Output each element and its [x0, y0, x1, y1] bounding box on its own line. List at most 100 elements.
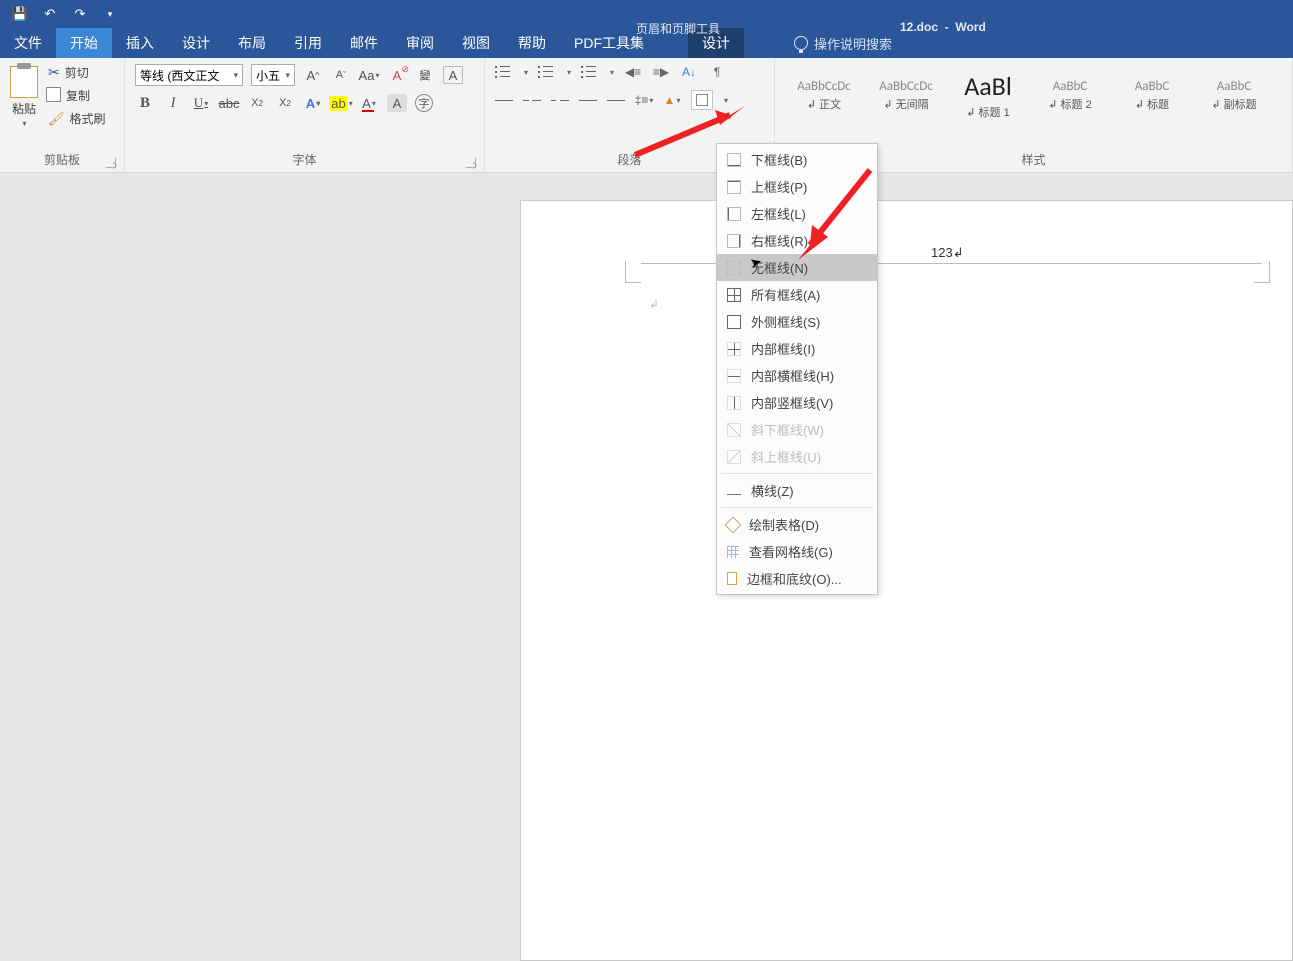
style-item[interactable]: AaBbC↲ 副标题 — [1195, 64, 1273, 126]
font-size-combo[interactable]: 小五▾ — [251, 64, 295, 86]
chevron-down-icon[interactable]: ▾ — [610, 68, 614, 77]
line-spacing-button[interactable]: ‡≡▾ — [635, 92, 653, 108]
borders-button[interactable] — [691, 90, 713, 110]
header-page-number[interactable]: 123↲ — [931, 245, 964, 261]
enclose-char-button[interactable]: 字 — [415, 94, 433, 112]
chevron-down-icon[interactable]: ▾ — [524, 68, 528, 77]
strikethrough-button[interactable]: abc — [219, 94, 239, 112]
tab-home[interactable]: 开始 — [56, 28, 112, 58]
style-item[interactable]: AaBbCcDc↲ 无间隔 — [867, 64, 945, 126]
bord-in-icon — [727, 342, 741, 356]
align-center-button[interactable] — [523, 92, 541, 108]
dialog-launcher-icon[interactable] — [106, 158, 116, 168]
tab-design[interactable]: 设计 — [168, 28, 224, 58]
format-painter-button[interactable]: 🖌格式刷 — [48, 110, 106, 127]
subscript-button[interactable]: X2 — [247, 94, 267, 112]
font-color-button[interactable]: A▾ — [359, 94, 379, 112]
show-marks-button[interactable]: ¶ — [708, 64, 726, 80]
style-item[interactable]: AaBl↲ 标题 1 — [949, 64, 1027, 126]
increase-indent-button[interactable]: ≡▶ — [652, 64, 670, 80]
border-menu-item-no-border[interactable]: 无框线(N) — [717, 254, 877, 281]
border-menu-item[interactable]: 右框线(R) — [717, 227, 877, 254]
border-menu-item[interactable]: 内部竖框线(V) — [717, 389, 877, 416]
group-font: 等线 (西文正文▾ 小五▾ A^ Aˇ Aa▾ A⊘ 變 A B I U▾ ab… — [125, 58, 485, 172]
tab-insert[interactable]: 插入 — [112, 28, 168, 58]
italic-button[interactable]: I — [163, 94, 183, 112]
border-menu-item[interactable]: 查看网格线(G) — [717, 538, 877, 565]
undo-icon[interactable]: ↶ — [42, 6, 58, 22]
border-menu-item[interactable]: 所有框线(A) — [717, 281, 877, 308]
highlight-button[interactable]: ab▾ — [331, 94, 351, 112]
tab-file[interactable]: 文件 — [0, 28, 56, 58]
bord-top-icon — [727, 180, 741, 194]
phonetic-guide-button[interactable]: 變 — [415, 66, 435, 84]
lightbulb-icon — [794, 36, 808, 50]
border-menu-item[interactable]: 边框和底纹(O)... — [717, 565, 877, 592]
qat-customize-icon[interactable]: ▾ — [102, 6, 118, 22]
save-icon[interactable]: 💾 — [12, 6, 28, 22]
tab-layout[interactable]: 布局 — [224, 28, 280, 58]
border-menu-item[interactable]: 内部横框线(H) — [717, 362, 877, 389]
bullets-button[interactable] — [495, 64, 513, 80]
document-page[interactable]: 123↲ ↲ — [520, 200, 1293, 961]
font-name-combo[interactable]: 等线 (西文正文▾ — [135, 64, 243, 86]
shading-button[interactable]: ▲▾ — [663, 92, 681, 108]
style-name: ↲ 正文 — [807, 96, 841, 112]
border-menu-item[interactable]: 绘制表格(D) — [717, 511, 877, 538]
change-case-button[interactable]: Aa▾ — [359, 66, 379, 84]
bord-bottom-icon — [727, 153, 741, 167]
border-menu-label: 左框线(L) — [751, 204, 806, 223]
tell-me-search[interactable]: 操作说明搜索 — [794, 28, 892, 58]
border-menu-label: 内部横框线(H) — [751, 366, 834, 385]
decrease-indent-button[interactable]: ◀≡ — [624, 64, 642, 80]
tab-review[interactable]: 审阅 — [392, 28, 448, 58]
shrink-font-button[interactable]: Aˇ — [331, 66, 351, 84]
tab-view[interactable]: 视图 — [448, 28, 504, 58]
justify-button[interactable] — [579, 92, 597, 108]
tab-mail[interactable]: 邮件 — [336, 28, 392, 58]
title-bar: 💾 ↶ ↷ ▾ 页眉和页脚工具 12.doc - Word — [0, 0, 1293, 28]
align-left-button[interactable] — [495, 92, 513, 108]
sort-button[interactable]: A↓ — [680, 64, 698, 80]
border-menu-label: 右框线(R) — [751, 231, 808, 250]
font-size-value: 小五 — [256, 67, 280, 84]
copy-button[interactable]: 复制 — [48, 87, 106, 104]
style-name: ↲ 标题 1 — [966, 104, 1009, 120]
numbering-button[interactable] — [538, 64, 556, 80]
multilevel-list-button[interactable] — [581, 64, 599, 80]
style-item[interactable]: AaBbCcDc↲ 正文 — [785, 64, 863, 126]
border-menu-item[interactable]: 横线(Z) — [717, 477, 877, 504]
border-menu-item[interactable]: 斜下框线(W) — [717, 416, 877, 443]
borders-dropdown-arrow[interactable]: ▾ — [724, 96, 728, 105]
border-menu-item[interactable]: 斜上框线(U) — [717, 443, 877, 470]
border-menu-item[interactable]: 左框线(L) — [717, 200, 877, 227]
border-menu-label: 斜下框线(W) — [751, 420, 824, 439]
char-shading-button[interactable]: A — [387, 94, 407, 112]
tell-me-label: 操作说明搜索 — [814, 34, 892, 53]
chevron-down-icon[interactable]: ▾ — [567, 68, 571, 77]
char-border-button[interactable]: A — [443, 66, 463, 84]
tab-help[interactable]: 帮助 — [504, 28, 560, 58]
border-menu-item[interactable]: 下框线(B) — [717, 146, 877, 173]
redo-icon[interactable]: ↷ — [72, 6, 88, 22]
grow-font-button[interactable]: A^ — [303, 66, 323, 84]
underline-button[interactable]: U▾ — [191, 94, 211, 112]
superscript-button[interactable]: X2 — [275, 94, 295, 112]
style-name: ↲ 副标题 — [1211, 96, 1256, 112]
cut-button[interactable]: ✂剪切 — [48, 64, 106, 81]
dialog-launcher-icon[interactable] — [466, 158, 476, 168]
text-effects-button[interactable]: A▾ — [303, 94, 323, 112]
style-item[interactable]: AaBbC↲ 标题 2 — [1031, 64, 1109, 126]
align-right-button[interactable] — [551, 92, 569, 108]
bold-button[interactable]: B — [135, 94, 155, 112]
border-menu-item[interactable]: 外侧框线(S) — [717, 308, 877, 335]
styles-gallery[interactable]: AaBbCcDc↲ 正文AaBbCcDc↲ 无间隔AaBl↲ 标题 1AaBbC… — [781, 62, 1286, 126]
border-menu-item[interactable]: 上框线(P) — [717, 173, 877, 200]
paste-button[interactable]: 粘贴 ▾ — [6, 62, 42, 132]
tab-references[interactable]: 引用 — [280, 28, 336, 58]
border-menu-item[interactable]: 内部框线(I) — [717, 335, 877, 362]
distribute-button[interactable] — [607, 92, 625, 108]
scissors-icon: ✂ — [48, 64, 60, 81]
style-item[interactable]: AaBbC↲ 标题 — [1113, 64, 1191, 126]
clear-format-button[interactable]: A⊘ — [387, 66, 407, 84]
